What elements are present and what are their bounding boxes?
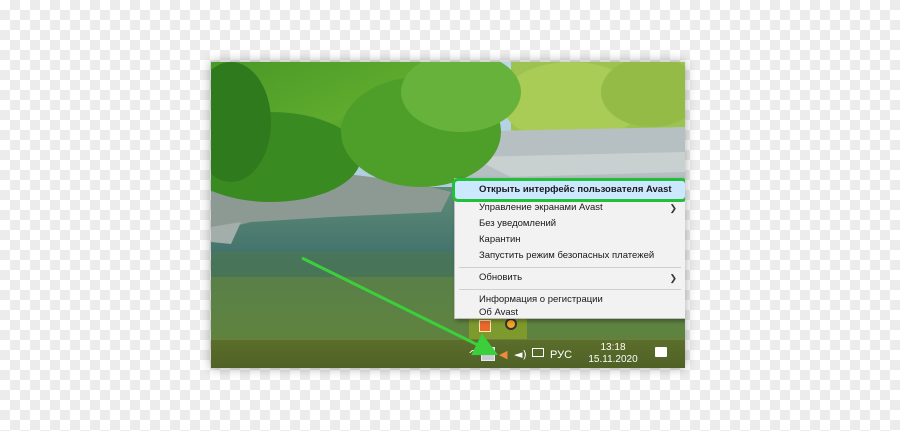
network-icon[interactable] xyxy=(532,348,544,357)
speaker-icon[interactable]: ◀ xyxy=(499,348,507,362)
menu-item-label: Без уведомлений xyxy=(479,218,557,229)
menu-separator xyxy=(459,289,681,290)
menu-item-label: Запустить режим безопасных платежей xyxy=(479,250,655,261)
clock-time: 13:18 xyxy=(600,342,626,353)
chevron-up-icon[interactable]: ^ xyxy=(468,348,477,362)
language-indicator[interactable]: РУС xyxy=(550,348,572,362)
menu-item-label: Карантин xyxy=(479,234,521,245)
menu-item-quarantine[interactable]: Карантин xyxy=(455,232,685,248)
avast-context-menu: Открыть интерфейс пользователя Avast Упр… xyxy=(452,178,685,319)
clock[interactable]: 13:18 15.11.2020 xyxy=(587,342,639,366)
menu-item-label: Управление экранами Avast xyxy=(479,202,603,213)
menu-item-label: Информация о регистрации xyxy=(479,294,603,305)
avast-icon[interactable] xyxy=(481,347,495,361)
taskbar: ^ ◀ ◄) РУС 13:18 15.11.2020 xyxy=(211,339,685,368)
avast-tray-icon[interactable] xyxy=(505,318,517,330)
menu-item-label: Об Avast xyxy=(479,307,519,318)
menu-item-safe-payments[interactable]: Запустить режим безопасных платежей xyxy=(455,248,685,264)
clock-date: 15.11.2020 xyxy=(588,354,638,365)
menu-item-label: Обновить xyxy=(479,272,523,283)
volume-icon[interactable]: ◄) xyxy=(514,348,527,362)
menu-separator xyxy=(459,267,681,268)
chevron-right-icon: ❯ xyxy=(669,273,677,283)
notification-icon[interactable] xyxy=(655,347,667,357)
menu-item-about-avast[interactable]: Об Avast xyxy=(455,307,685,319)
menu-item-manage-shields[interactable]: Управление экранами Avast ❯ xyxy=(455,200,685,216)
chevron-right-icon: ❯ xyxy=(669,203,677,213)
menu-item-update[interactable]: Обновить ❯ xyxy=(455,270,685,286)
menu-item-label: Открыть интерфейс пользователя Avast xyxy=(479,184,672,195)
tray-app-icon[interactable] xyxy=(479,320,491,332)
menu-item-open-avast-ui[interactable]: Открыть интерфейс пользователя Avast xyxy=(452,178,685,202)
menu-item-registration-info[interactable]: Информация о регистрации xyxy=(455,292,685,308)
desktop-screenshot: ^ ◀ ◄) РУС 13:18 15.11.2020 Открыть инте… xyxy=(211,62,685,368)
menu-item-silent-mode[interactable]: Без уведомлений xyxy=(455,216,685,232)
